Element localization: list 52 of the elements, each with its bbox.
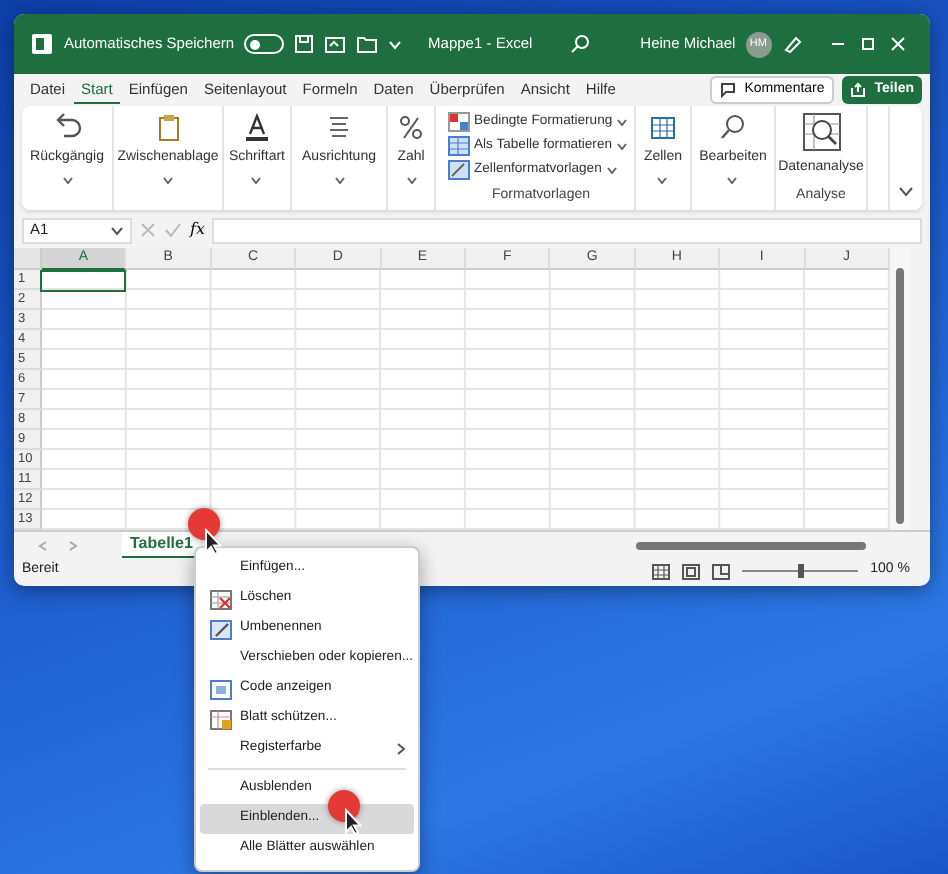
rename-icon bbox=[209, 619, 231, 639]
protect-sheet-icon bbox=[209, 709, 231, 729]
vertical-scrollbar[interactable] bbox=[890, 248, 910, 530]
align-icon bbox=[324, 112, 354, 142]
autosave-toggle[interactable] bbox=[244, 34, 285, 54]
caret-icon bbox=[605, 166, 618, 175]
conditional-format-icon bbox=[448, 112, 470, 133]
cell-styles-icon bbox=[448, 160, 470, 181]
scroll-thumb[interactable] bbox=[896, 268, 904, 524]
page-layout-icon[interactable] bbox=[682, 563, 701, 579]
caret-icon bbox=[616, 118, 629, 127]
collapse-ribbon-icon[interactable] bbox=[898, 186, 914, 198]
table-format-icon bbox=[448, 136, 470, 157]
clipboard-icon bbox=[153, 112, 183, 142]
folder-icon[interactable] bbox=[356, 34, 379, 54]
save-icon[interactable] bbox=[294, 34, 315, 54]
search-icon[interactable] bbox=[570, 34, 591, 54]
font-color-icon bbox=[241, 112, 272, 142]
caret-icon bbox=[250, 175, 263, 183]
comment-icon bbox=[720, 82, 737, 98]
delete-sheet-icon bbox=[209, 589, 231, 609]
excel-logo-icon bbox=[30, 32, 54, 56]
caret-icon[interactable] bbox=[110, 225, 124, 235]
caret-icon bbox=[405, 175, 417, 183]
search-icon bbox=[717, 112, 748, 142]
cursor-icon bbox=[344, 808, 362, 836]
zoom-slider[interactable] bbox=[742, 564, 859, 578]
percent-icon bbox=[396, 112, 426, 142]
caret-icon bbox=[333, 175, 345, 183]
maximize-icon[interactable] bbox=[857, 34, 878, 54]
undo-icon bbox=[52, 112, 82, 142]
share-icon bbox=[850, 82, 867, 98]
insert-function-button[interactable]: fx bbox=[190, 218, 205, 242]
caret-icon bbox=[61, 175, 73, 183]
check-icon[interactable] bbox=[164, 222, 182, 238]
normal-view-icon[interactable] bbox=[652, 563, 671, 579]
slider-thumb[interactable] bbox=[797, 564, 804, 578]
page-break-icon[interactable] bbox=[712, 563, 731, 579]
image-icon[interactable] bbox=[324, 34, 347, 54]
cells-icon bbox=[647, 112, 678, 142]
formula-field[interactable] bbox=[212, 217, 922, 243]
caret-icon bbox=[162, 175, 174, 183]
code-icon bbox=[209, 679, 231, 699]
close-icon[interactable] bbox=[887, 34, 908, 54]
selected-cell[interactable] bbox=[40, 270, 126, 292]
sheet-tab[interactable]: Tabelle1 bbox=[122, 532, 201, 558]
caret-icon bbox=[656, 175, 669, 183]
data-analysis-icon bbox=[801, 112, 841, 152]
scroll-thumb[interactable] bbox=[636, 541, 866, 549]
caret-icon bbox=[616, 142, 629, 151]
caret-icon bbox=[726, 175, 739, 183]
pen-icon[interactable] bbox=[781, 34, 802, 54]
